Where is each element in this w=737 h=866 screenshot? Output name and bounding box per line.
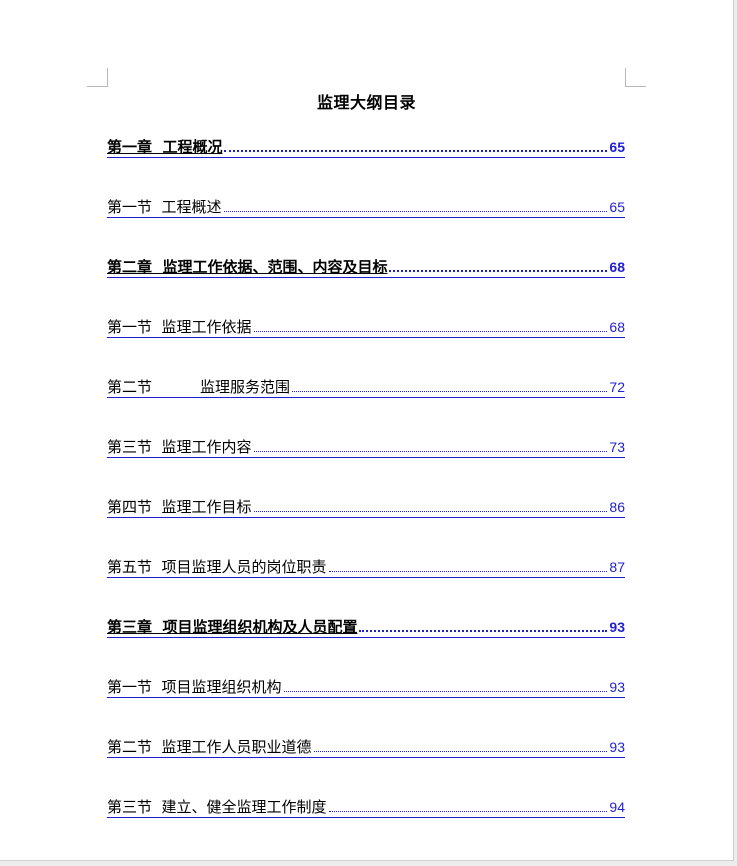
toc-page-number: 94 [609,799,625,815]
toc-entry-label: 第一节 项目监理组织机构 [107,678,282,696]
margin-corner-top-right [625,68,646,87]
toc-page-number: 93 [609,619,625,635]
toc-entry-section[interactable]: 第一节 工程概述 65 [107,195,625,218]
toc-dot-leader [283,690,608,692]
toc-dot-leader [313,750,608,752]
toc-entry-section[interactable]: 第一节 监理工作依据 68 [107,315,625,338]
document-page: 监理大纲目录 第一章 工程概况 65 第一节 工程概述 65 第二章 监理工作依… [0,0,734,861]
toc-entry-label: 第一节 工程概述 [107,198,222,216]
toc-page-number: 65 [609,199,625,215]
toc-page-number: 68 [609,319,625,335]
toc-dot-leader [224,149,608,152]
toc-dot-leader [389,269,608,272]
toc-entry-section[interactable]: 第二节 监理服务范围 72 [107,375,625,398]
toc-entry-section[interactable]: 第二节 监理工作人员职业道德 93 [107,735,625,758]
margin-corner-top-left [87,68,108,87]
toc-dot-leader [328,570,608,572]
toc-page-number: 65 [609,139,625,155]
toc-title: 监理大纲目录 [316,93,416,112]
toc-dot-leader [253,450,608,452]
toc-entry-label: 第四节 监理工作目标 [107,498,252,516]
toc-entry-section[interactable]: 第五节 项目监理人员的岗位职责 87 [107,555,625,578]
toc-dot-leader [292,390,608,392]
toc-dot-leader [359,629,608,632]
toc-entry-section[interactable]: 第四节 监理工作目标 86 [107,495,625,518]
toc-entry-chapter-2[interactable]: 第二章 监理工作依据、范围、内容及目标 68 [107,255,625,278]
toc-page-number: 68 [609,259,625,275]
toc-dot-leader [223,210,608,212]
toc-entry-label: 第二节 监理工作人员职业道德 [107,738,312,756]
toc-page-number: 87 [609,559,625,575]
toc-entry-label: 第三节 建立、健全监理工作制度 [107,798,327,816]
toc-entry-label: 第一章 工程概况 [107,138,223,156]
toc-entry-label: 第二节 [107,378,153,396]
toc-entry-label: 第三节 监理工作内容 [107,438,252,456]
toc-entry-section[interactable]: 第一节 项目监理组织机构 93 [107,675,625,698]
toc-entry-chapter-3[interactable]: 第三章 项目监理组织机构及人员配置 93 [107,615,625,638]
toc-entry-label: 第二章 监理工作依据、范围、内容及目标 [107,258,388,276]
toc-entry-label: 第三章 项目监理组织机构及人员配置 [107,618,358,636]
toc-page-number: 73 [609,439,625,455]
toc-dot-leader [253,510,608,512]
toc-entry-label: 第一节 监理工作依据 [107,318,252,336]
toc-page-number: 72 [609,379,625,395]
toc-entry-label: 第五节 项目监理人员的岗位职责 [107,558,327,576]
toc-dot-leader [253,330,608,332]
toc-entry-section[interactable]: 第三节 建立、健全监理工作制度 94 [107,795,625,818]
toc-entry-chapter-1[interactable]: 第一章 工程概况 65 [107,135,625,158]
toc-page-number: 93 [609,679,625,695]
toc-entry-label-continued: 监理服务范围 [200,378,291,396]
toc-page-number: 93 [609,739,625,755]
toc-dot-leader [328,810,608,812]
toc-page-number: 86 [609,499,625,515]
toc-entry-section[interactable]: 第三节 监理工作内容 73 [107,435,625,458]
